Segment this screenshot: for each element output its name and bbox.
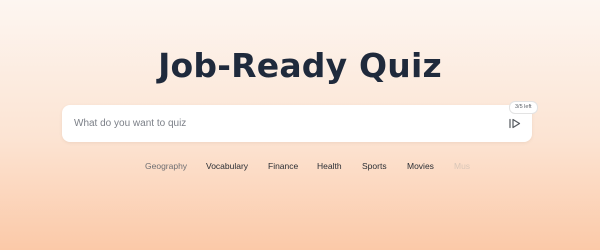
- topic-chip-music[interactable]: Mus: [454, 161, 470, 171]
- quiz-search-box[interactable]: [62, 105, 532, 142]
- submit-button[interactable]: [508, 117, 522, 130]
- quota-badge: 3/5 left: [509, 101, 538, 114]
- topic-chip-geography[interactable]: Geography: [145, 161, 187, 171]
- quiz-topic-input[interactable]: [74, 105, 494, 142]
- topic-chip-finance[interactable]: Finance: [268, 161, 298, 171]
- send-arrow-icon: [509, 118, 521, 129]
- topic-chip-vocabulary[interactable]: Vocabulary: [206, 161, 248, 171]
- topic-chip-movies[interactable]: Movies: [407, 161, 434, 171]
- topic-chip-sports[interactable]: Sports: [362, 161, 387, 171]
- page-title: Job-Ready Quiz: [158, 46, 442, 85]
- topic-suggestions: Geography Vocabulary Finance Health Spor…: [0, 161, 600, 175]
- topic-chip-health[interactable]: Health: [317, 161, 342, 171]
